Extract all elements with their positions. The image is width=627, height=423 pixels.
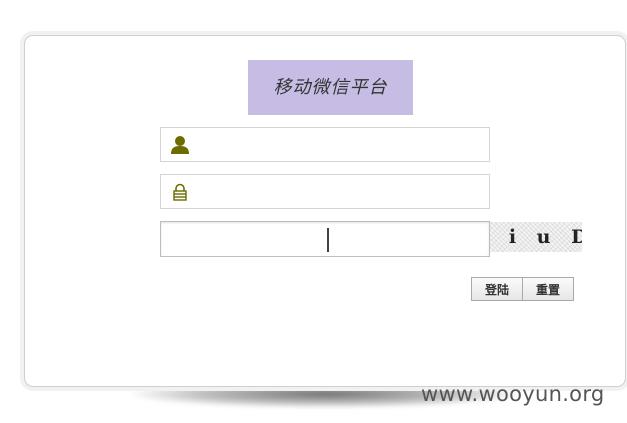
login-button[interactable]: 登陆: [471, 277, 523, 301]
captcha-image[interactable]: z i u D: [490, 222, 582, 252]
captcha-image-text: z i u D: [508, 226, 582, 248]
user-icon: [169, 134, 191, 156]
password-field[interactable]: [160, 174, 490, 209]
text-cursor: [327, 228, 329, 252]
captcha-field[interactable]: [160, 221, 490, 257]
lock-icon: [169, 181, 191, 203]
username-field[interactable]: [160, 127, 490, 162]
captcha-input[interactable]: [167, 225, 483, 252]
page-title: 移动微信平台: [273, 76, 388, 98]
reset-button[interactable]: 重置: [522, 277, 574, 301]
page: 移动微信平台 i u 登陆 重置 www.wooyun.org: [0, 0, 627, 423]
login-card: 移动微信平台 i u 登陆 重置: [24, 35, 626, 387]
password-input[interactable]: [193, 178, 483, 205]
username-input[interactable]: [193, 131, 483, 158]
title-banner: 移动微信平台: [248, 60, 413, 115]
watermark: www.wooyun.org: [421, 382, 605, 406]
